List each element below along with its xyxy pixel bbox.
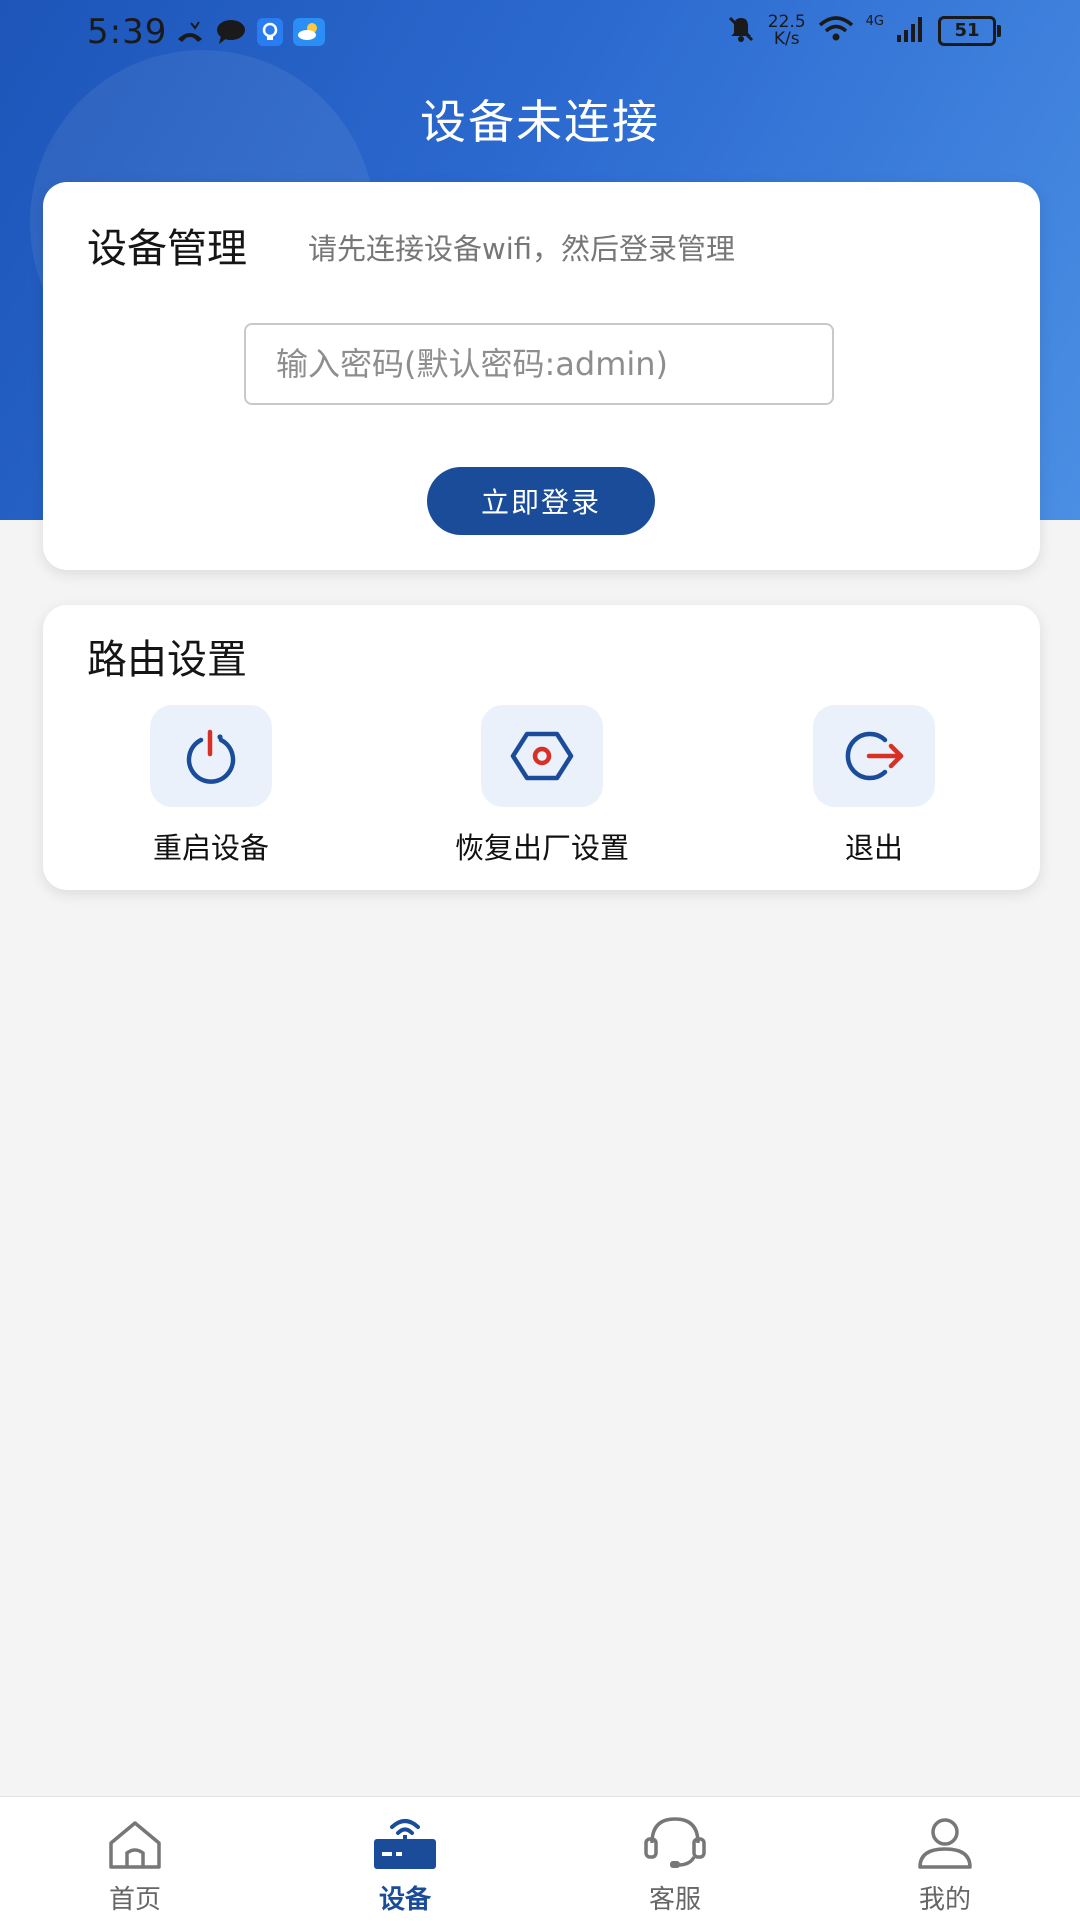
- logout-button[interactable]: 退出: [754, 705, 994, 867]
- mute-bell-icon: [726, 14, 756, 48]
- bulb-app-icon: [257, 18, 283, 50]
- network-type: 4G: [865, 14, 884, 29]
- router-icon: [305, 1811, 505, 1871]
- headset-icon: [575, 1811, 775, 1871]
- signal-icon: [896, 15, 926, 47]
- factory-reset-button[interactable]: 恢复出厂设置: [422, 705, 662, 867]
- page-title: 设备未连接: [420, 95, 660, 149]
- net-speed: 22.5 K/s: [768, 14, 806, 48]
- password-input[interactable]: [244, 323, 834, 405]
- bottom-nav: 首页 设备 客服 我的: [0, 1796, 1080, 1921]
- nav-home-label: 首页: [108, 1885, 161, 1915]
- logout-label: 退出: [844, 831, 903, 865]
- nav-mine-label: 我的: [918, 1885, 971, 1915]
- message-icon: [215, 18, 247, 50]
- home-icon: [35, 1811, 235, 1871]
- device-manage-card: 设备管理 请先连接设备wifi，然后登录管理 立即登录: [43, 182, 1040, 570]
- router-settings-title: 路由设置: [87, 637, 247, 683]
- logout-icon: [813, 705, 935, 807]
- login-button[interactable]: 立即登录: [427, 467, 655, 535]
- nav-service[interactable]: 客服: [575, 1811, 775, 1916]
- nav-device-label: 设备: [378, 1885, 431, 1915]
- user-icon: [845, 1811, 1045, 1871]
- notification-icons: [175, 18, 325, 50]
- nav-service-label: 客服: [648, 1885, 701, 1915]
- nav-mine[interactable]: 我的: [845, 1811, 1045, 1916]
- status-time: 5:39: [87, 12, 168, 52]
- net-speed-unit: K/s: [773, 29, 800, 49]
- hex-nut-icon: [481, 705, 603, 807]
- factory-reset-label: 恢复出厂设置: [454, 831, 629, 865]
- battery-indicator: 51: [938, 16, 1001, 46]
- device-manage-title: 设备管理: [87, 226, 247, 272]
- system-status-icons: 22.5 K/s 4G 51: [726, 14, 1001, 48]
- nav-home[interactable]: 首页: [35, 1811, 235, 1916]
- router-settings-card: 路由设置 重启设备 恢复出厂设置 退出: [43, 605, 1040, 890]
- reboot-device-label: 重启设备: [152, 831, 269, 865]
- status-bar: 5:39 22.5 K/s 4G 51: [0, 0, 1080, 66]
- device-manage-hint: 请先连接设备wifi，然后登录管理: [308, 232, 736, 266]
- router-actions: 重启设备 恢复出厂设置 退出: [43, 705, 1040, 875]
- weather-app-icon: [293, 18, 325, 50]
- nav-device[interactable]: 设备: [305, 1811, 505, 1916]
- missed-call-icon: [175, 19, 205, 49]
- wifi-icon: [818, 15, 854, 47]
- power-icon: [150, 705, 272, 807]
- reboot-device-button[interactable]: 重启设备: [91, 705, 331, 867]
